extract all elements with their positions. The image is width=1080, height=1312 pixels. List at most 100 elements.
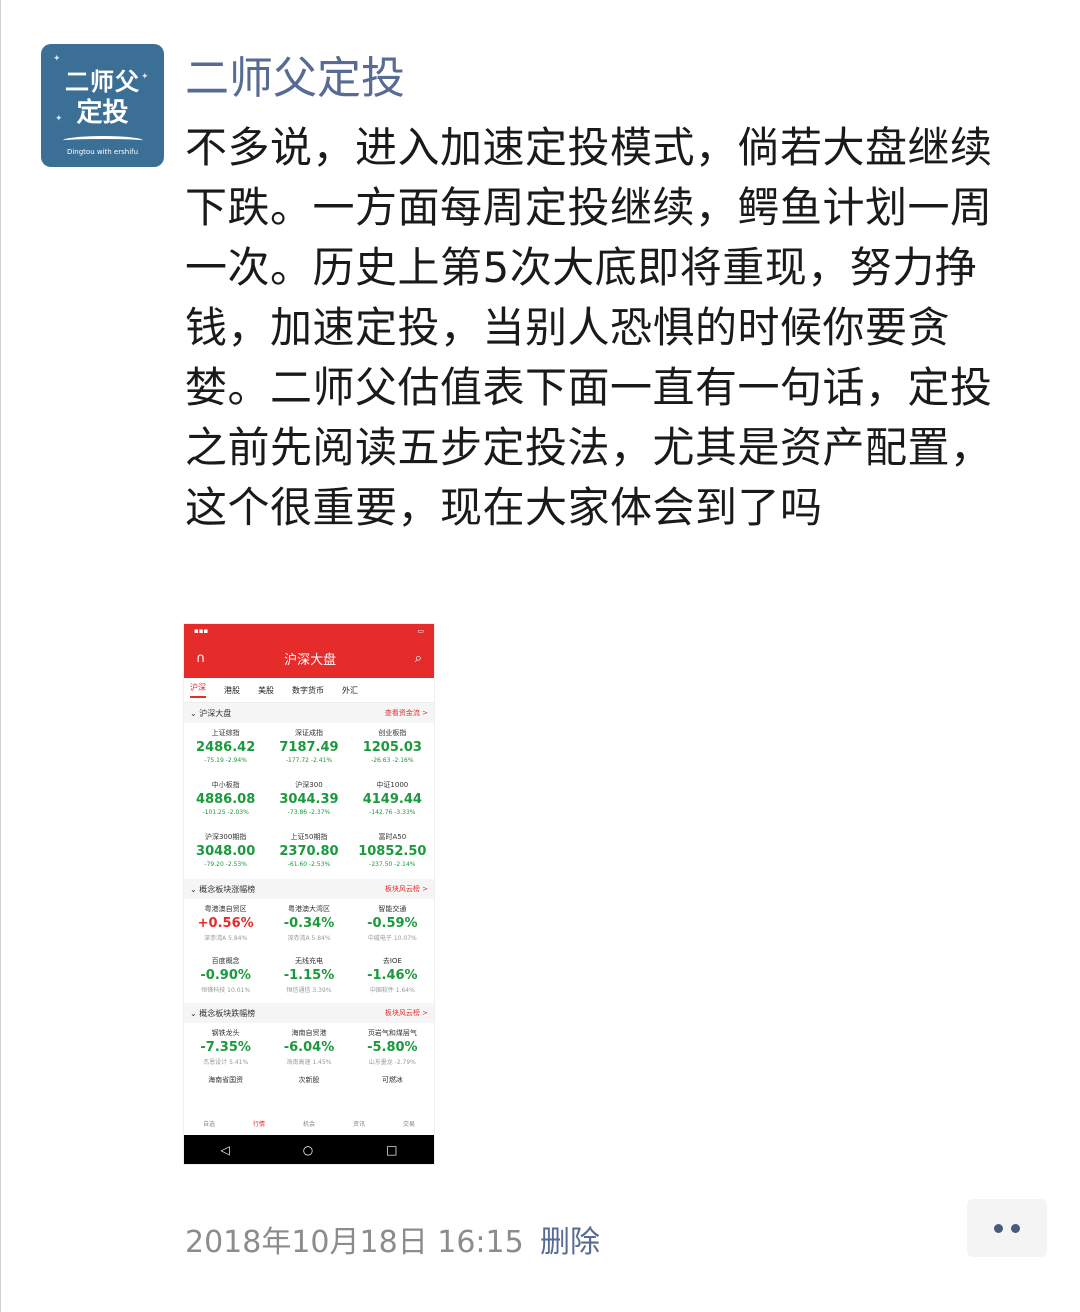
index-name: 创业板指 — [378, 729, 407, 737]
index-cell: 中小板指 4886.08 -101.25 -2.03% — [184, 775, 267, 827]
sector-name: 钢铁龙头 — [211, 1029, 240, 1037]
nav-item: 资讯 — [352, 1120, 365, 1128]
index-change: -61.60 -2.53% — [287, 861, 331, 868]
sector-cell: 粤港澳自贸区 +0.56% 深赤湾A 5.84% — [184, 899, 267, 951]
index-change: -73.86 -2.37% — [287, 809, 331, 816]
index-change: -79.20 -2.53% — [204, 861, 247, 868]
battery-icon: ▭ — [417, 627, 424, 635]
sector-change: -7.35% — [200, 1040, 251, 1055]
sector-cell: 海南自贸港 -6.04% 海南高速 1.45% — [267, 1023, 350, 1075]
sector-change: +0.56% — [197, 916, 254, 931]
sector-leader: 深赤湾A 5.84% — [287, 935, 331, 942]
index-name: 上证50期指 — [290, 833, 328, 841]
index-cell: 创业板指 1205.03 -26.63 -2.16% — [351, 723, 434, 775]
sector-name: 粤港澳大湾区 — [287, 905, 330, 913]
index-value: 3044.39 — [279, 792, 339, 807]
sector-name: 去IOE — [382, 957, 402, 965]
section-header: ⌄ 沪深大盘 查看资金流 > — [184, 703, 434, 723]
headset-icon: ∩ — [196, 650, 206, 666]
sector-name: 粤港澳自贸区 — [204, 905, 247, 913]
section-title: 概念板块跌幅榜 — [199, 1008, 256, 1018]
index-value: 1205.03 — [362, 740, 422, 755]
index-name: 中证1000 — [376, 781, 409, 789]
sector-change: -6.04% — [283, 1040, 335, 1055]
phone-tab: 美股 — [258, 685, 274, 695]
index-cell: 沪深300期指 3048.00 -79.20 -2.53% — [184, 827, 267, 879]
index-name: 深证成指 — [294, 729, 323, 737]
android-nav-bar: ◁ ○ □ — [184, 1135, 434, 1164]
book-icon — [63, 136, 143, 145]
section-title: 沪深大盘 — [199, 708, 232, 718]
sector-cell: 页岩气和煤层气 -5.80% 山东墨龙 -2.79% — [351, 1023, 434, 1075]
post-timestamp: 2018年10月18日 16:15 — [185, 1225, 524, 1260]
sector-change: -0.59% — [367, 916, 418, 931]
sector-change: -1.15% — [283, 968, 335, 983]
sector-name: 智能交通 — [378, 905, 407, 913]
section-link: 板块风云榜 > — [384, 885, 428, 893]
index-cell: 上证50期指 2370.80 -61.60 -2.53% — [267, 827, 350, 879]
sector-leader: 山东墨龙 -2.79% — [368, 1059, 416, 1066]
index-value: 4149.44 — [362, 792, 422, 807]
phone-tabs: 沪深 港股 美股 数字货币 外汇 — [184, 678, 434, 703]
sector-change: -1.46% — [367, 968, 418, 983]
phone-tab: 沪深 — [190, 682, 206, 698]
avatar-text-line2: 定投 — [76, 98, 129, 128]
index-value: 2486.42 — [196, 740, 256, 755]
sector-change: -5.80% — [367, 1040, 418, 1055]
index-grid: 上证综指 2486.42 -75.19 -2.94% 深证成指 7187.49 -177… — [184, 723, 434, 879]
chevron-down-icon: ⌄ — [190, 1008, 200, 1018]
post-text: 不多说，进入加速定投模式，倘若大盘继续下跌。一方面每周定投继续，鳄鱼计划一周一次… — [185, 123, 993, 532]
phone-title: 沪深大盘 — [284, 652, 337, 668]
avatar[interactable]: ✦ ✦ ✦ 二师父 定投 Dingtou with ershifu — [41, 44, 164, 167]
index-change: -101.25 -2.03% — [202, 809, 249, 816]
index-name: 中小板指 — [211, 781, 240, 789]
index-change: -177.72 -2.41% — [285, 757, 333, 764]
dot-icon — [1011, 1223, 1020, 1233]
section-link: 查看资金流 > — [384, 709, 428, 717]
index-cell: 富时A50 10852.50 -237.50 -2.14% — [351, 827, 434, 879]
attached-screenshot[interactable]: ▪▪▪ ▭ ∩ 沪深大盘 ⌕ 沪深 港股 美股 数字货币 外汇 ⌄ 沪深大盘 查… — [183, 623, 435, 1165]
sector-leader: 中国软件 1.64% — [369, 987, 415, 994]
phone-status-bar: ▪▪▪ ▭ — [184, 624, 434, 638]
chevron-down-icon: ⌄ — [190, 708, 200, 718]
more-options-button[interactable] — [967, 1199, 1047, 1257]
index-cell: 上证综指 2486.42 -75.19 -2.94% — [184, 723, 267, 775]
section-header: ⌄ 概念板块涨幅榜 板块风云榜 > — [184, 879, 434, 899]
sector-name: 海南省国资 — [208, 1076, 244, 1084]
signal-icon: ▪▪▪ — [194, 627, 209, 635]
sector-name: 页岩气和煤层气 — [367, 1029, 417, 1037]
dot-icon — [994, 1223, 1003, 1233]
index-cell: 中证1000 4149.44 -142.76 -3.33% — [351, 775, 434, 827]
author-nickname[interactable]: 二师父定投 — [185, 42, 405, 106]
sector-leader: 恒锋科技 10.01% — [201, 987, 251, 994]
sector-name: 百度概念 — [211, 957, 240, 965]
search-icon: ⌕ — [414, 650, 422, 666]
sector-leader: 海南高速 1.45% — [286, 1059, 332, 1066]
sector-name: 无线充电 — [294, 957, 323, 965]
index-value: 4886.08 — [196, 792, 256, 807]
sector-leader: 恒信通信 3.39% — [286, 987, 332, 994]
nav-item: 机会 — [302, 1120, 315, 1128]
home-icon: ○ — [302, 1142, 314, 1157]
phone-tab: 外汇 — [342, 685, 358, 695]
index-change: -26.63 -2.16% — [371, 757, 414, 764]
nav-item: 交易 — [402, 1120, 415, 1128]
phone-title-bar: ∩ 沪深大盘 ⌕ — [184, 638, 434, 678]
index-cell: 深证成指 7187.49 -177.72 -2.41% — [267, 723, 350, 775]
index-value: 2370.80 — [279, 844, 339, 859]
section-header: ⌄ 概念板块跌幅榜 板块风云榜 > — [184, 1003, 434, 1023]
phone-bottom-nav: 自选 行情 机会 资讯 交易 — [184, 1111, 434, 1135]
index-change: -75.19 -2.94% — [204, 757, 247, 764]
section-title: 概念板块涨幅榜 — [199, 884, 256, 894]
sector-change: -0.34% — [283, 916, 335, 931]
page-edge — [0, 0, 1, 1312]
more-row: 海南省国资 次新股 可燃冰 — [184, 1075, 434, 1085]
nav-item: 行情 — [252, 1120, 265, 1128]
sector-cell: 百度概念 -0.90% 恒锋科技 10.01% — [184, 951, 267, 1003]
avatar-subtitle: Dingtou with ershifu — [66, 148, 139, 156]
index-value: 10852.50 — [358, 844, 427, 859]
delete-button[interactable]: 删除 — [540, 1217, 600, 1261]
sector-name: 次新股 — [298, 1076, 320, 1084]
sector-leader: 杰恩设计 5.41% — [203, 1059, 249, 1066]
index-value: 7187.49 — [279, 740, 339, 755]
